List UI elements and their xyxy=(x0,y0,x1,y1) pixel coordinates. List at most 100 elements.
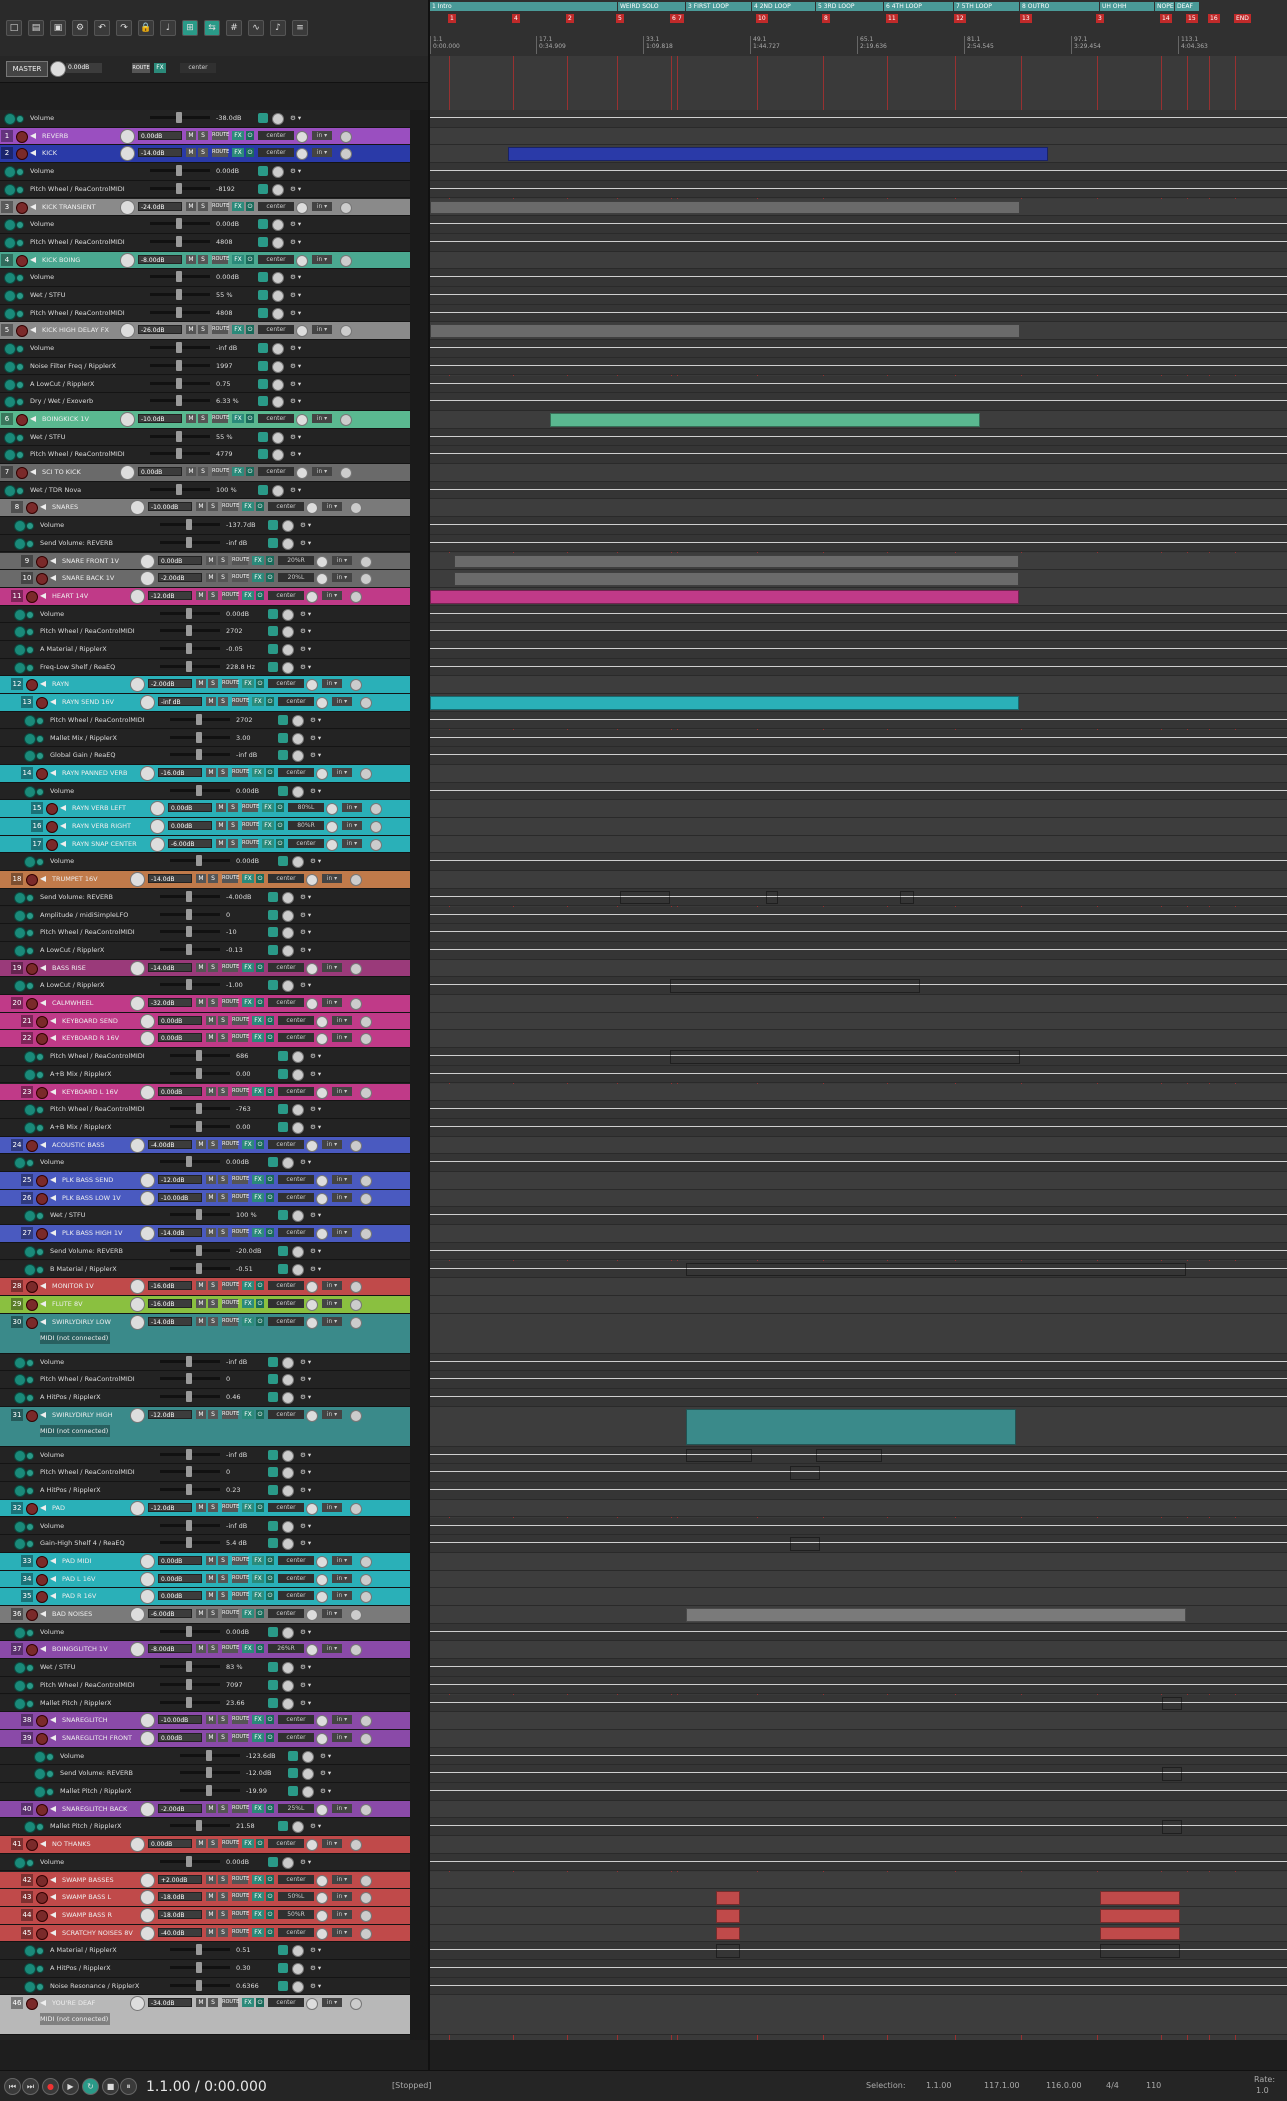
track-lane[interactable] xyxy=(430,1995,1287,2036)
track-name[interactable]: RAYN xyxy=(52,678,124,690)
speaker-icon[interactable]: ◀ xyxy=(50,1732,56,1744)
track-name[interactable]: FLUTE 8V xyxy=(52,1298,124,1310)
record-icon[interactable]: ● xyxy=(42,2078,59,2095)
envelope-lane[interactable]: Wet / STFU 83 % ⚙ ▾ xyxy=(0,1659,410,1677)
envelope-lane[interactable]: Mallet Pitch / RipplerX -19.99 ⚙ ▾ xyxy=(0,1783,410,1801)
pan-knob[interactable] xyxy=(306,1316,318,1329)
envelope-bypass-icon[interactable] xyxy=(24,1104,36,1117)
envelope-lane-area[interactable] xyxy=(430,1818,1287,1837)
mute-button[interactable]: M xyxy=(196,962,206,972)
envelope-line[interactable] xyxy=(430,736,1287,738)
speaker-icon[interactable]: ◀ xyxy=(40,1139,46,1151)
envelope-lane-area[interactable] xyxy=(430,1853,1287,1872)
envelope-mod-icon[interactable] xyxy=(258,431,268,442)
envelope-bypass-icon[interactable] xyxy=(4,290,16,302)
track-number[interactable]: 44 xyxy=(21,1908,33,1921)
gear-icon[interactable]: ⚙ ▾ xyxy=(310,1209,321,1221)
mute-button[interactable]: M xyxy=(206,1732,216,1742)
route-button[interactable]: ROUTE xyxy=(232,1909,249,1919)
env-icon[interactable] xyxy=(360,1803,372,1816)
pan-knob[interactable] xyxy=(316,1573,328,1586)
envelope-param-icon[interactable] xyxy=(282,1662,294,1675)
pan-readout[interactable]: center xyxy=(268,502,304,512)
envelope-fader-handle[interactable] xyxy=(176,483,182,495)
envelope-lane-area[interactable] xyxy=(430,1747,1287,1766)
track-name[interactable]: PLK BASS HIGH 1V xyxy=(62,1227,134,1239)
track-17[interactable]: 17 ◀ RAYN SNAP CENTER -6.00dB M S ROUTE FX ⏻ cent… xyxy=(0,835,410,854)
gear-icon[interactable]: ⚙ ▾ xyxy=(310,1263,321,1275)
envelope-param-icon[interactable] xyxy=(272,396,284,409)
route-button[interactable]: ROUTE xyxy=(212,148,229,158)
envelope-value[interactable]: 2702 xyxy=(236,714,253,726)
envelope-fader-handle[interactable] xyxy=(196,1820,202,1832)
region-3[interactable]: 3 FIRST LOOP xyxy=(686,2,751,11)
gear-icon[interactable]: ⚙ ▾ xyxy=(310,785,321,797)
track-41[interactable]: 41 ◀ NO THANKS 0.00dB M S ROUTE FX ⏻ center in ▾ xyxy=(0,1836,410,1854)
gear-icon[interactable]: ⚙ ▾ xyxy=(290,289,301,301)
speaker-icon[interactable]: ◀ xyxy=(40,1298,46,1310)
envelope-fader-handle[interactable] xyxy=(196,1962,202,1973)
envelope-mod-icon[interactable] xyxy=(258,113,268,123)
route-button[interactable]: ROUTE xyxy=(232,697,249,707)
solo-button[interactable]: S xyxy=(198,148,208,158)
env-icon[interactable] xyxy=(350,590,362,603)
track-name[interactable]: RAYN VERB RIGHT xyxy=(72,820,144,832)
envelope-lane-area[interactable] xyxy=(430,1353,1287,1372)
input-select[interactable]: in ▾ xyxy=(332,1927,352,1937)
solo-button[interactable]: S xyxy=(198,201,208,211)
pan-readout[interactable]: center xyxy=(268,1502,304,1512)
envelope-line[interactable] xyxy=(430,1542,1287,1544)
gear-icon[interactable]: ⚙ ▾ xyxy=(300,1466,311,1478)
env-icon[interactable] xyxy=(360,1555,372,1568)
mute-button[interactable]: M xyxy=(196,679,206,689)
envelope-param-icon[interactable] xyxy=(272,236,284,249)
track-lane[interactable] xyxy=(430,587,1287,606)
volume-readout[interactable]: -18.0dB xyxy=(158,1909,202,1919)
fx-bypass-icon[interactable]: ⏻ xyxy=(266,1892,274,1902)
envelope-fader-handle[interactable] xyxy=(186,625,192,637)
track-name[interactable]: SWIRLYDIRLY HIGH xyxy=(52,1409,124,1421)
pan-readout[interactable]: 25%L xyxy=(278,1803,314,1813)
env-icon[interactable] xyxy=(350,1409,362,1422)
envelope-value[interactable]: 55 % xyxy=(216,431,233,443)
region-7[interactable]: 7 5TH LOOP xyxy=(954,2,1019,11)
envelope-fader-handle[interactable] xyxy=(196,1120,202,1132)
envelope-fader-handle[interactable] xyxy=(186,1156,192,1168)
record-arm-icon[interactable] xyxy=(36,1015,48,1028)
speaker-icon[interactable]: ◀ xyxy=(50,696,56,708)
envelope-line[interactable] xyxy=(430,187,1287,189)
track-20[interactable]: 20 ◀ CALMWHEEL -32.0dB M S ROUTE FX ⏻ center in ▾ xyxy=(0,995,410,1013)
pan-readout[interactable]: 20%L xyxy=(278,573,314,583)
gear-icon[interactable]: ⚙ ▾ xyxy=(310,1962,321,1974)
volume-knob[interactable] xyxy=(140,1084,155,1100)
media-item[interactable] xyxy=(550,412,980,427)
envelope-param-icon[interactable] xyxy=(282,1449,294,1462)
env-icon[interactable] xyxy=(350,1609,362,1621)
envelope-lane[interactable]: Volume -inf dB ⚙ ▾ xyxy=(0,340,410,358)
record-arm-icon[interactable] xyxy=(36,1033,48,1046)
envelope-mod-icon[interactable] xyxy=(268,661,278,672)
region-5[interactable]: 5 3RD LOOP xyxy=(816,2,883,11)
track-number[interactable]: 31 xyxy=(11,1408,23,1421)
mute-button[interactable]: M xyxy=(196,1839,206,1849)
pan-readout[interactable]: 80%L xyxy=(288,803,324,813)
env-icon[interactable] xyxy=(340,413,352,426)
envelope-line[interactable] xyxy=(430,1683,1287,1685)
envelope-lane-area[interactable] xyxy=(430,1694,1287,1713)
speaker-icon[interactable]: ◀ xyxy=(50,1714,56,1726)
envelope-value[interactable]: -inf dB xyxy=(236,749,257,761)
input-select[interactable]: in ▾ xyxy=(312,130,332,140)
input-select[interactable]: in ▾ xyxy=(322,1502,342,1512)
track-name[interactable]: SNAREGLITCH BACK xyxy=(62,1803,134,1815)
marker-6[interactable]: 7 xyxy=(676,14,684,23)
mute-button[interactable]: M xyxy=(196,1281,206,1291)
envelope-line[interactable] xyxy=(430,1984,1287,1986)
speaker-icon[interactable]: ◀ xyxy=(40,997,46,1009)
media-item[interactable] xyxy=(670,1050,1020,1064)
gear-icon[interactable]: ⚙ ▾ xyxy=(300,1697,311,1709)
fx-bypass-icon[interactable]: ⏻ xyxy=(256,1139,264,1149)
pan-knob[interactable] xyxy=(296,467,308,479)
envelope-mod-icon[interactable] xyxy=(278,1068,288,1079)
fx-bypass-icon[interactable]: ⏻ xyxy=(256,1502,264,1512)
pan-knob[interactable] xyxy=(296,148,308,161)
